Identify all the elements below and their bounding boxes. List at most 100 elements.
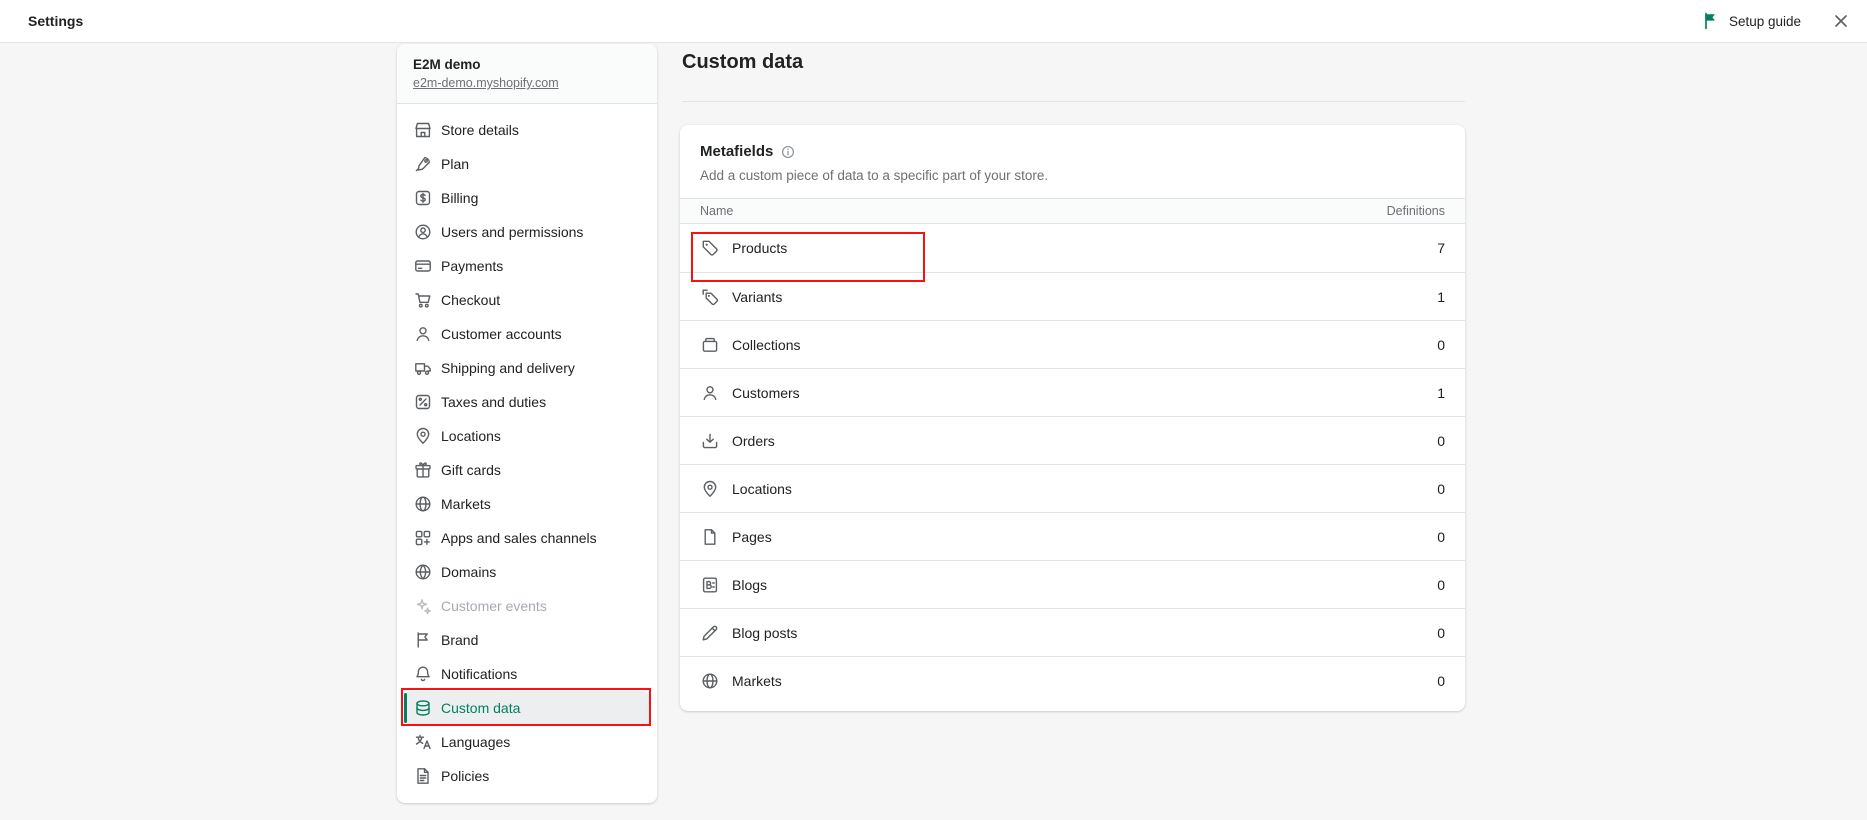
notifications-icon xyxy=(413,664,433,684)
content-title: Custom data xyxy=(682,51,803,74)
metafields-card-header: Metafields Add a custom piece of data to… xyxy=(680,125,1465,198)
row-label: Blog posts xyxy=(732,625,797,641)
sidebar-item-payments[interactable]: Payments xyxy=(405,249,649,283)
metafields-row-orders[interactable]: Orders 0 xyxy=(680,416,1465,464)
checkout-icon xyxy=(413,290,433,310)
metafields-row-products[interactable]: Products 7 xyxy=(680,224,1465,272)
table-header: Name Definitions xyxy=(680,198,1465,224)
row-count: 0 xyxy=(1437,673,1445,689)
close-icon[interactable] xyxy=(1829,9,1853,33)
sidebar-item-label: Locations xyxy=(441,428,501,444)
column-name: Name xyxy=(700,204,733,218)
sidebar-item-label: Gift cards xyxy=(441,462,501,478)
sidebar-item-store-details[interactable]: Store details xyxy=(405,113,649,147)
row-count: 0 xyxy=(1437,625,1445,641)
locations-icon xyxy=(413,426,433,446)
markets-icon xyxy=(700,671,720,691)
sidebar-item-markets[interactable]: Markets xyxy=(405,487,649,521)
users-icon xyxy=(413,222,433,242)
setup-guide-button[interactable]: Setup guide xyxy=(1701,11,1801,31)
sidebar-item-shipping-and-delivery[interactable]: Shipping and delivery xyxy=(405,351,649,385)
sidebar-item-brand[interactable]: Brand xyxy=(405,623,649,657)
sidebar-item-label: Payments xyxy=(441,258,503,274)
sidebar-item-apps-and-sales-channels[interactable]: Apps and sales channels xyxy=(405,521,649,555)
products-icon xyxy=(700,238,720,258)
sidebar-item-label: Markets xyxy=(441,496,491,512)
customers-icon xyxy=(700,383,720,403)
page-title: Settings xyxy=(28,13,83,29)
sidebar-item-checkout[interactable]: Checkout xyxy=(405,283,649,317)
gift-cards-icon xyxy=(413,460,433,480)
sidebar-item-billing[interactable]: Billing xyxy=(405,181,649,215)
sidebar-item-label: Custom data xyxy=(441,700,520,716)
sidebar-item-label: Notifications xyxy=(441,666,517,682)
sidebar-item-users-and-permissions[interactable]: Users and permissions xyxy=(405,215,649,249)
metafields-row-locations[interactable]: Locations 0 xyxy=(680,464,1465,512)
domains-icon xyxy=(413,562,433,582)
row-count: 1 xyxy=(1437,385,1445,401)
sidebar-item-label: Brand xyxy=(441,632,478,648)
row-count: 0 xyxy=(1437,577,1445,593)
sidebar-item-locations[interactable]: Locations xyxy=(405,419,649,453)
brand-icon xyxy=(413,630,433,650)
row-label: Products xyxy=(732,240,787,256)
apps-icon xyxy=(413,528,433,548)
row-label: Variants xyxy=(732,289,782,305)
settings-nav: Store details Plan Billing Users and per… xyxy=(397,104,657,804)
column-definitions: Definitions xyxy=(1387,204,1445,218)
topbar-right: Setup guide xyxy=(1701,9,1853,33)
sidebar-item-label: Customer accounts xyxy=(441,326,562,342)
row-count: 0 xyxy=(1437,481,1445,497)
metafields-row-markets[interactable]: Markets 0 xyxy=(680,656,1465,704)
sidebar-item-customer-accounts[interactable]: Customer accounts xyxy=(405,317,649,351)
policies-icon xyxy=(413,766,433,786)
sidebar-item-label: Apps and sales channels xyxy=(441,530,597,546)
info-icon[interactable] xyxy=(780,144,796,160)
metafields-row-variants[interactable]: Variants 1 xyxy=(680,272,1465,320)
metafields-subtitle: Add a custom piece of data to a specific… xyxy=(700,168,1445,184)
sidebar-item-gift-cards[interactable]: Gift cards xyxy=(405,453,649,487)
customer-accounts-icon xyxy=(413,324,433,344)
sidebar-item-label: Languages xyxy=(441,734,510,750)
blogs-icon xyxy=(700,575,720,595)
store-domain-link[interactable]: e2m-demo.myshopify.com xyxy=(413,76,559,91)
sidebar-item-customer-events[interactable]: Customer events xyxy=(405,589,649,623)
row-label: Blogs xyxy=(732,577,767,593)
custom-data-icon xyxy=(413,698,433,718)
metafields-row-collections[interactable]: Collections 0 xyxy=(680,320,1465,368)
sidebar-item-label: Policies xyxy=(441,768,489,784)
metafields-row-blogs[interactable]: Blogs 0 xyxy=(680,560,1465,608)
row-count: 0 xyxy=(1437,529,1445,545)
store-header: E2M demo e2m-demo.myshopify.com xyxy=(397,44,657,104)
taxes-icon xyxy=(413,392,433,412)
sidebar-item-label: Users and permissions xyxy=(441,224,583,240)
row-label: Markets xyxy=(732,673,782,689)
sidebar-item-languages[interactable]: Languages xyxy=(405,725,649,759)
plan-icon xyxy=(413,154,433,174)
sidebar-item-label: Shipping and delivery xyxy=(441,360,575,376)
blog-posts-icon xyxy=(700,623,720,643)
sidebar-item-plan[interactable]: Plan xyxy=(405,147,649,181)
sidebar-item-label: Plan xyxy=(441,156,469,172)
payments-icon xyxy=(413,256,433,276)
metafields-card: Metafields Add a custom piece of data to… xyxy=(680,125,1465,711)
sidebar-item-notifications[interactable]: Notifications xyxy=(405,657,649,691)
content-divider xyxy=(682,101,1465,102)
sidebar-item-domains[interactable]: Domains xyxy=(405,555,649,589)
metafields-row-customers[interactable]: Customers 1 xyxy=(680,368,1465,416)
store-details-icon xyxy=(413,120,433,140)
row-label: Collections xyxy=(732,337,800,353)
sidebar-item-custom-data[interactable]: Custom data xyxy=(405,691,649,725)
row-count: 0 xyxy=(1437,337,1445,353)
row-count: 1 xyxy=(1437,289,1445,305)
sidebar-item-label: Store details xyxy=(441,122,519,138)
pages-icon xyxy=(700,527,720,547)
settings-sidebar: E2M demo e2m-demo.myshopify.com Store de… xyxy=(397,44,657,803)
metafields-row-pages[interactable]: Pages 0 xyxy=(680,512,1465,560)
metafields-row-blog-posts[interactable]: Blog posts 0 xyxy=(680,608,1465,656)
collections-icon xyxy=(700,335,720,355)
sidebar-item-taxes-and-duties[interactable]: Taxes and duties xyxy=(405,385,649,419)
sidebar-item-label: Taxes and duties xyxy=(441,394,546,410)
metafields-title: Metafields xyxy=(700,142,773,162)
sidebar-item-policies[interactable]: Policies xyxy=(405,759,649,793)
